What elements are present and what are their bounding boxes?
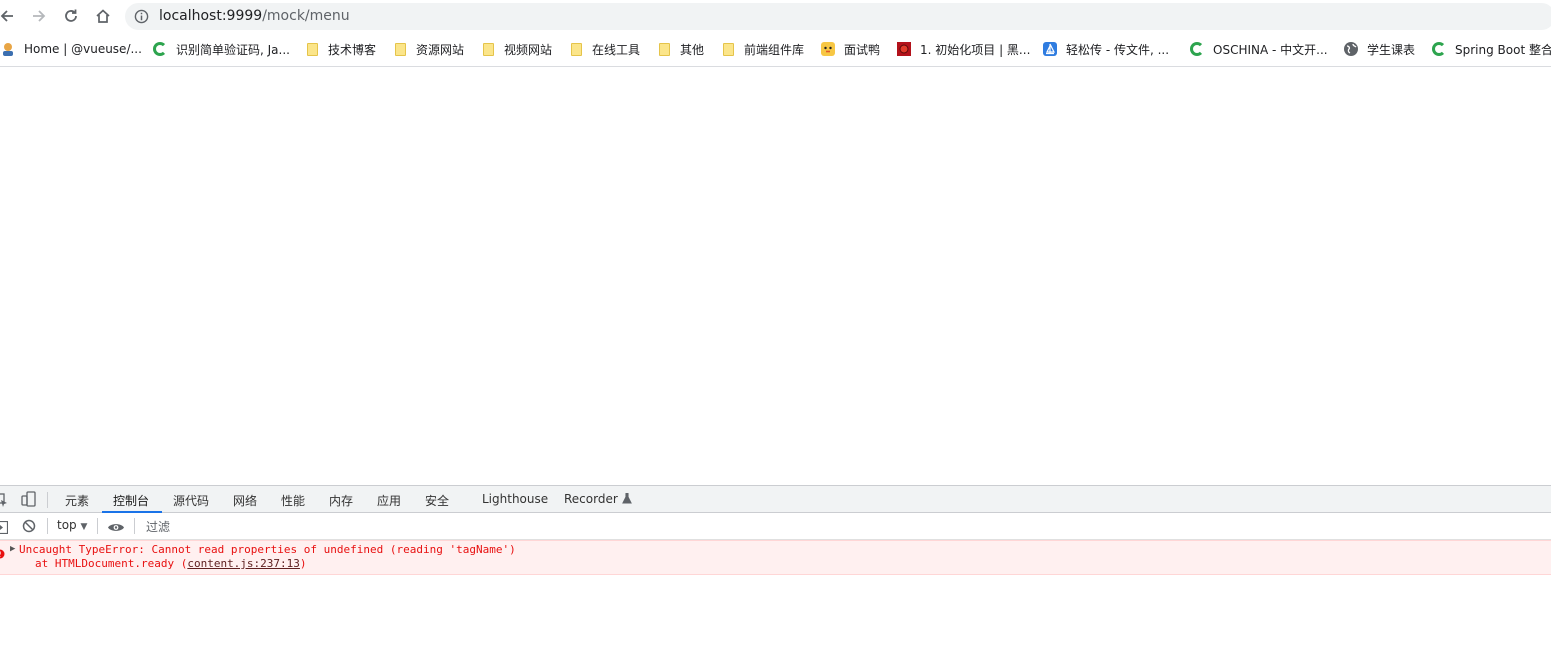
- bookmark-item[interactable]: 其他: [656, 40, 704, 58]
- green-c-icon: [1431, 41, 1447, 57]
- url-host: localhost:9999: [159, 8, 263, 24]
- address-bar[interactable]: localhost:9999/mock/menu: [125, 3, 1551, 30]
- info-icon[interactable]: [134, 9, 149, 28]
- tab-performance[interactable]: 性能: [281, 492, 305, 509]
- context-selector[interactable]: top ▼: [57, 518, 87, 532]
- error-line-1: Uncaught TypeError: Cannot read properti…: [19, 543, 516, 556]
- folder-icon: [720, 41, 736, 57]
- flask-icon: [621, 492, 632, 504]
- tab-recorder-label: Recorder: [564, 492, 618, 506]
- url-text: localhost:9999/mock/menu: [159, 8, 350, 24]
- bookmark-item[interactable]: 面试鸭: [820, 40, 880, 58]
- bookmark-item[interactable]: OSCHINA - 中文开...: [1189, 40, 1328, 58]
- bookmark-label: 前端组件库: [744, 42, 805, 57]
- bookmark-label: Spring Boot 整合: [1455, 42, 1551, 57]
- bookmark-item[interactable]: Spring Boot 整合: [1431, 40, 1551, 58]
- folder-icon: [392, 41, 408, 57]
- dropdown-triangle-icon: ▼: [80, 522, 88, 532]
- bookmark-item[interactable]: Home | @vueuse/...: [0, 40, 142, 58]
- context-selector-value: top: [57, 518, 77, 532]
- home-button[interactable]: [91, 4, 115, 28]
- folder-icon: [656, 41, 672, 57]
- reload-button[interactable]: [59, 4, 83, 28]
- expand-triangle-icon[interactable]: ▶: [10, 544, 15, 554]
- vueuse-icon: [0, 41, 16, 57]
- home-icon: [96, 9, 110, 23]
- bookmark-item[interactable]: 视频网站: [480, 40, 552, 58]
- bookmark-item[interactable]: 前端组件库: [720, 40, 804, 58]
- tab-recorder[interactable]: Recorder: [564, 492, 632, 506]
- duck-icon: [820, 41, 836, 57]
- globe-icon: [1343, 41, 1359, 57]
- sail-icon: [1042, 41, 1058, 57]
- folder-icon: [480, 41, 496, 57]
- tab-lighthouse[interactable]: Lighthouse: [482, 492, 548, 506]
- console-error-message: ▶ Uncaught TypeError: Cannot read proper…: [0, 540, 1551, 575]
- clear-console-icon[interactable]: [22, 518, 36, 537]
- bookmark-label: 轻松传 - 传文件, ...: [1066, 42, 1170, 57]
- folder-icon: [304, 41, 320, 57]
- sidebar-toggle-icon[interactable]: [0, 519, 9, 538]
- tab-application[interactable]: 应用: [377, 492, 401, 509]
- tab-sources[interactable]: 源代码: [173, 492, 209, 509]
- bookmark-label: 学生课表: [1367, 42, 1416, 57]
- page-viewport: [0, 67, 1551, 485]
- bookmark-label: Home | @vueuse/...: [24, 42, 142, 56]
- bookmark-label: 其他: [680, 42, 705, 57]
- red-logo-icon: [896, 41, 912, 57]
- bookmark-label: 1. 初始化项目 | 黑...: [920, 42, 1031, 57]
- bookmark-label: OSCHINA - 中文开...: [1213, 42, 1328, 57]
- bookmark-item[interactable]: 技术博客: [304, 40, 376, 58]
- browser-toolbar: localhost:9999/mock/menu: [0, 0, 1551, 33]
- bookmark-label: 资源网站: [416, 42, 465, 57]
- devtools-tab-bar: 元素 控制台 源代码 网络 性能 内存 应用 安全 Lighthouse Rec…: [0, 485, 1551, 513]
- bookmark-item[interactable]: 学生课表: [1343, 40, 1415, 58]
- tab-security[interactable]: 安全: [425, 492, 449, 509]
- arrow-right-icon: [33, 10, 46, 22]
- bookmark-item[interactable]: 1. 初始化项目 | 黑...: [896, 40, 1030, 58]
- arrow-left-icon: [0, 10, 13, 22]
- source-link[interactable]: content.js:237:13: [187, 557, 300, 570]
- bookmarks-bar: Home | @vueuse/... 识别简单验证码, Ja... 技术博客 资…: [0, 33, 1551, 67]
- folder-icon: [568, 41, 584, 57]
- bookmark-item[interactable]: 轻松传 - 传文件, ...: [1042, 40, 1169, 58]
- device-toolbar-icon[interactable]: [21, 491, 37, 511]
- tab-memory[interactable]: 内存: [329, 492, 353, 509]
- reload-icon: [65, 9, 77, 22]
- eye-icon[interactable]: [107, 519, 125, 538]
- filter-placeholder: 过滤: [146, 520, 171, 534]
- green-c-icon: [1189, 41, 1205, 57]
- bookmark-item[interactable]: 在线工具: [568, 40, 640, 58]
- forward-button[interactable]: [27, 4, 51, 28]
- bookmark-label: 识别简单验证码, Ja...: [176, 42, 290, 57]
- filter-input[interactable]: 过滤: [140, 516, 1551, 536]
- bookmark-item[interactable]: 识别简单验证码, Ja...: [152, 40, 290, 58]
- error-icon: [0, 544, 5, 563]
- back-button[interactable]: [0, 4, 19, 28]
- bookmark-label: 面试鸭: [844, 42, 881, 57]
- tab-console[interactable]: 控制台: [113, 492, 149, 509]
- error-stack-suffix: ): [299, 557, 307, 570]
- bookmark-label: 视频网站: [504, 42, 553, 57]
- bookmark-label: 技术博客: [328, 42, 377, 57]
- error-line-2: at HTMLDocument.ready (content.js:237:13…: [35, 557, 307, 570]
- devtools-panel: 元素 控制台 源代码 网络 性能 内存 应用 安全 Lighthouse Rec…: [0, 485, 1551, 651]
- tab-network[interactable]: 网络: [233, 492, 257, 509]
- bookmark-label: 在线工具: [592, 42, 641, 57]
- green-c-icon: [152, 41, 168, 57]
- error-stack-prefix: at HTMLDocument.ready (: [35, 557, 188, 570]
- url-path: /mock/menu: [262, 8, 350, 24]
- inspect-element-icon[interactable]: [0, 492, 8, 511]
- tab-elements[interactable]: 元素: [65, 492, 89, 509]
- console-toolbar: top ▼ 过滤: [0, 513, 1551, 540]
- bookmark-item[interactable]: 资源网站: [392, 40, 464, 58]
